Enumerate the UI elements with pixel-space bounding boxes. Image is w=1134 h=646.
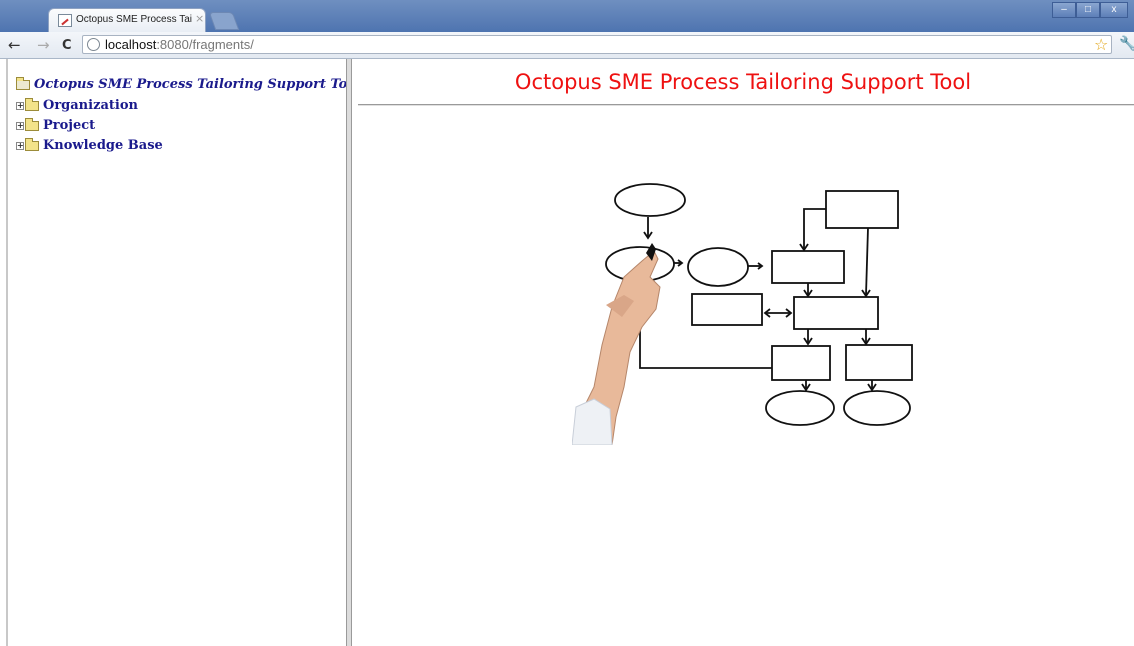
url-text: localhost:8080/fragments/ xyxy=(105,37,254,52)
folder-icon xyxy=(25,117,39,131)
new-tab-button[interactable] xyxy=(208,12,240,30)
browser-titlebar: Octopus SME Process Tailo × – □ x xyxy=(0,0,1134,32)
tab-close-icon[interactable]: × xyxy=(195,12,204,25)
reload-button[interactable]: C xyxy=(62,38,72,53)
expand-icon[interactable]: + xyxy=(16,121,24,130)
expand-icon[interactable]: + xyxy=(16,141,24,150)
browser-tab[interactable]: Octopus SME Process Tailo × xyxy=(48,8,206,32)
favicon-icon xyxy=(58,14,72,27)
window-controls: – □ x xyxy=(1052,2,1128,19)
title-divider xyxy=(358,104,1134,106)
open-folder-icon xyxy=(16,76,30,90)
tree-item-project[interactable]: + Project xyxy=(16,117,96,133)
tab-title: Octopus SME Process Tailo xyxy=(76,14,192,25)
bookmark-star-icon[interactable]: ☆ xyxy=(1094,35,1108,54)
navigation-frame: Octopus SME Process Tailoring Support To… xyxy=(6,59,361,646)
folder-icon xyxy=(25,137,39,151)
tree-item-label: Knowledge Base xyxy=(43,138,163,153)
tree-item-label: Organization xyxy=(43,98,138,113)
maximize-button[interactable]: □ xyxy=(1076,2,1100,18)
page-info-icon[interactable] xyxy=(87,38,100,51)
tree-root[interactable]: Octopus SME Process Tailoring Support To… xyxy=(16,76,361,92)
minimize-button[interactable]: – xyxy=(1052,2,1076,18)
url-path: :8080/fragments/ xyxy=(156,37,254,52)
content-frame: Octopus SME Process Tailoring Support To… xyxy=(352,59,1134,646)
url-host: localhost xyxy=(105,37,157,52)
address-bar[interactable]: localhost:8080/fragments/ xyxy=(82,35,1112,54)
expand-icon[interactable]: + xyxy=(16,101,24,110)
close-window-button[interactable]: x xyxy=(1100,2,1128,18)
folder-icon xyxy=(25,97,39,111)
flowchart-drawing-hand-image xyxy=(572,183,913,445)
browser-toolbar: ← → C localhost:8080/fragments/ ☆ 🔧 xyxy=(0,32,1134,59)
tree-item-label: Project xyxy=(43,118,96,133)
forward-button[interactable]: → xyxy=(37,36,50,54)
back-button[interactable]: ← xyxy=(8,36,21,54)
wrench-menu-icon[interactable]: 🔧 xyxy=(1119,36,1134,52)
page-title: Octopus SME Process Tailoring Support To… xyxy=(514,70,972,94)
tree-root-label: Octopus SME Process Tailoring Support To… xyxy=(34,77,361,92)
tree-item-knowledge-base[interactable]: + Knowledge Base xyxy=(16,137,163,153)
tree-item-organization[interactable]: + Organization xyxy=(16,97,138,113)
